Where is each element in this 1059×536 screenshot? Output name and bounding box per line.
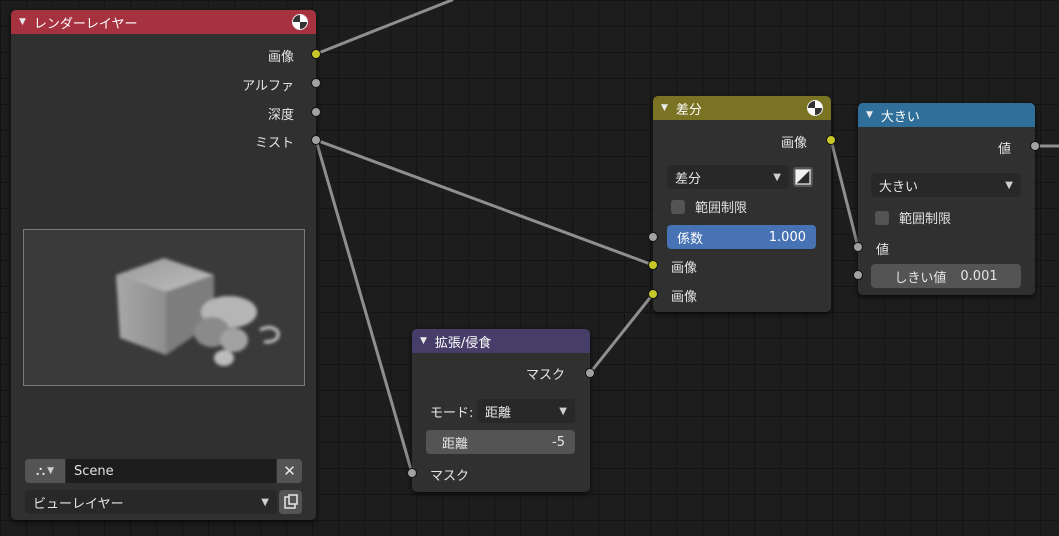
clamp-checkbox-row[interactable]: 範囲制限 — [875, 208, 951, 227]
output-mask-label: マスク — [525, 368, 565, 383]
node-header[interactable]: ▼ 差分 — [653, 96, 831, 120]
output-alpha-label: アルファ — [242, 79, 294, 94]
clamp-checkbox[interactable] — [671, 199, 685, 214]
render-alpha-output-socket[interactable] — [311, 78, 321, 88]
view-layer-dropdown[interactable]: ビューレイヤー ▼ — [25, 490, 277, 514]
close-icon: ✕ — [283, 462, 296, 480]
factor-slider[interactable]: 係数 1.000 — [667, 225, 816, 249]
node-header[interactable]: ▼ 大きい — [858, 103, 1035, 127]
distance-field[interactable]: 距離 -5 — [426, 430, 575, 454]
mix-difference-node[interactable]: ▼ 差分 画像 差分 ▼ 範囲制限 係数 1.000 画像 画像 — [653, 96, 831, 312]
output-image-label: 画像 — [780, 136, 807, 151]
chevron-down-icon: ▼ — [559, 405, 567, 417]
triangle-down-icon[interactable]: ▼ — [19, 17, 26, 27]
link-image-offscreen — [314, 0, 454, 56]
distance-value: -5 — [552, 434, 565, 450]
clamp-label: 範囲制限 — [899, 212, 952, 227]
distance-label: 距離 — [442, 436, 469, 452]
chevron-down-icon: ▼ — [773, 171, 781, 183]
render-image-output-socket[interactable] — [311, 49, 321, 59]
node-title: 拡張/侵食 — [434, 335, 492, 351]
threshold-field[interactable]: しきい値 0.001 — [871, 264, 1021, 288]
input-value-label: 値 — [876, 243, 890, 258]
scene-icon: ⛬ — [35, 463, 46, 479]
operation-value: 大きい — [879, 179, 919, 195]
mix-image-input-socket-2[interactable] — [648, 289, 658, 299]
triangle-down-icon[interactable]: ▼ — [420, 336, 427, 346]
link-mix-to-math-value — [829, 138, 860, 249]
output-image-label: 画像 — [267, 50, 294, 65]
dilate-mask-input-socket[interactable] — [407, 468, 417, 478]
operation-dropdown[interactable]: 大きい ▼ — [871, 173, 1021, 197]
render-preview-image — [23, 229, 305, 386]
dilate-erode-node[interactable]: ▼ 拡張/侵食 マスク モード: 距離 ▼ 距離 -5 マスク — [412, 329, 590, 492]
node-header[interactable]: ▼ レンダーレイヤー — [11, 10, 316, 34]
scene-name-field[interactable]: Scene — [66, 459, 276, 483]
mix-factor-input-socket[interactable] — [648, 232, 658, 242]
render-depth-output-socket[interactable] — [311, 107, 321, 117]
clear-scene-button[interactable]: ✕ — [277, 459, 302, 483]
mode-value: 距離 — [485, 405, 512, 421]
math-value-input-socket[interactable] — [853, 242, 863, 252]
output-depth-label: 深度 — [267, 108, 294, 123]
render-layers-node[interactable]: ▼ レンダーレイヤー 画像 アルファ 深度 ミスト ⛬ ▼ Scene ✕ ビュ… — [11, 10, 316, 520]
mode-label: モード: — [430, 406, 474, 421]
node-title: 大きい — [880, 109, 920, 125]
threshold-value: 0.001 — [960, 268, 998, 284]
math-threshold-input-socket[interactable] — [853, 270, 863, 280]
preview-sphere-icon[interactable] — [807, 100, 823, 116]
clamp-checkbox[interactable] — [875, 210, 889, 225]
node-title: レンダーレイヤー — [33, 16, 138, 32]
scene-selector[interactable]: ⛬ ▼ — [25, 459, 65, 483]
factor-label: 係数 — [677, 231, 704, 247]
link-mist-to-dilate-mask — [314, 138, 414, 475]
render-mist-output-socket[interactable] — [311, 135, 321, 145]
mix-image-output-socket[interactable] — [826, 135, 836, 145]
use-alpha-icon[interactable] — [793, 167, 813, 187]
clamp-label: 範囲制限 — [695, 201, 748, 216]
input-image-label-1: 画像 — [671, 261, 698, 276]
output-value-label: 値 — [997, 142, 1011, 157]
chevron-down-icon: ▼ — [47, 466, 55, 476]
link-mist-to-mix-image — [314, 138, 655, 267]
threshold-label: しきい値 — [894, 270, 947, 286]
triangle-down-icon[interactable]: ▼ — [661, 103, 668, 113]
output-mist-label: ミスト — [254, 136, 294, 151]
scene-name: Scene — [74, 463, 114, 479]
math-value-output-socket[interactable] — [1030, 141, 1040, 151]
view-layer-name: ビューレイヤー — [33, 496, 124, 512]
clamp-checkbox-row[interactable]: 範囲制限 — [671, 197, 747, 216]
factor-value: 1.000 — [768, 229, 806, 245]
chevron-down-icon: ▼ — [261, 496, 269, 508]
mix-image-input-socket-1[interactable] — [648, 260, 658, 270]
preview-sphere-icon[interactable] — [292, 14, 308, 30]
node-header[interactable]: ▼ 拡張/侵食 — [412, 329, 590, 353]
input-image-label-2: 画像 — [671, 290, 698, 305]
link-dilate-to-mix-image — [588, 292, 655, 375]
input-mask-label: マスク — [430, 469, 470, 484]
blend-mode-dropdown[interactable]: 差分 ▼ — [667, 165, 789, 189]
chevron-down-icon: ▼ — [1005, 179, 1013, 191]
mode-dropdown[interactable]: 距離 ▼ — [477, 399, 575, 423]
blend-mode-value: 差分 — [675, 171, 702, 187]
node-title: 差分 — [675, 102, 702, 118]
math-greater-than-node[interactable]: ▼ 大きい 値 大きい ▼ 範囲制限 値 しきい値 0.001 — [858, 103, 1035, 295]
dilate-mask-output-socket[interactable] — [585, 368, 595, 378]
triangle-down-icon[interactable]: ▼ — [866, 110, 873, 120]
render-layer-icon[interactable] — [279, 490, 302, 514]
